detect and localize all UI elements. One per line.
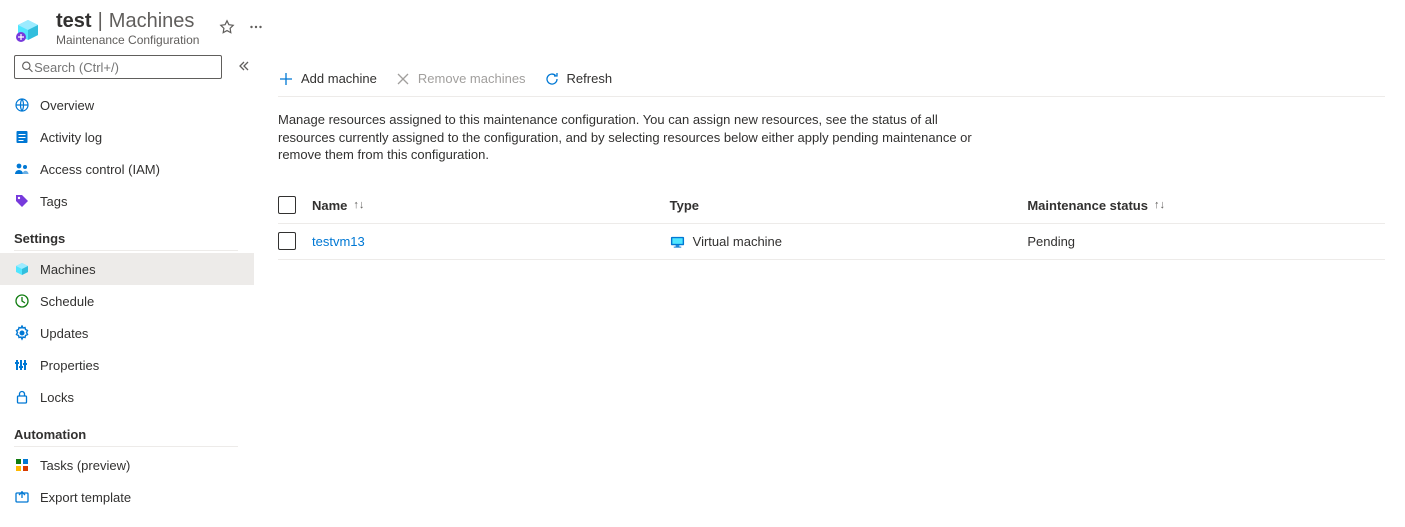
sidebar-item-activitylog[interactable]: Activity log: [0, 121, 254, 153]
sidebar-item-label: Tasks (preview): [40, 458, 130, 473]
sidebar-item-tasks[interactable]: Tasks (preview): [0, 449, 254, 481]
column-header-type[interactable]: Type: [670, 198, 1028, 213]
sidebar-item-updates[interactable]: Updates: [0, 317, 254, 349]
column-header-status[interactable]: Maintenance status ↑↓: [1027, 198, 1385, 213]
page-header: test | Machines Maintenance Configuratio…: [0, 0, 1405, 55]
sidebar-item-properties[interactable]: Properties: [0, 349, 254, 381]
sidebar-item-label: Machines: [40, 262, 96, 277]
sidebar-section-settings: Settings: [14, 231, 238, 251]
sidebar-item-label: Access control (IAM): [40, 162, 160, 177]
properties-icon: [14, 357, 30, 373]
page-title: test | Machines: [56, 10, 199, 33]
sidebar-item-schedule[interactable]: Schedule: [0, 285, 254, 317]
tag-icon: [14, 193, 30, 209]
refresh-icon: [544, 71, 560, 87]
add-machine-button[interactable]: Add machine: [278, 71, 377, 87]
sidebar-item-label: Schedule: [40, 294, 94, 309]
tasks-icon: [14, 457, 30, 473]
machine-name-link[interactable]: testvm13: [312, 234, 365, 249]
search-input[interactable]: [34, 60, 215, 75]
sidebar-section-automation: Automation: [14, 427, 238, 447]
search-icon: [21, 60, 34, 74]
gear-icon: [14, 325, 30, 341]
favorite-star-icon[interactable]: [219, 19, 235, 38]
people-icon: [14, 161, 30, 177]
sidebar-item-label: Overview: [40, 98, 94, 113]
export-icon: [14, 489, 30, 505]
plus-icon: [278, 71, 294, 87]
table-header-row: Name ↑↓ Type Maintenance status ↑↓: [278, 188, 1385, 224]
x-icon: [395, 71, 411, 87]
refresh-button[interactable]: Refresh: [544, 71, 613, 87]
more-actions-icon[interactable]: [249, 20, 263, 37]
sort-icon: ↑↓: [353, 199, 364, 211]
sidebar-item-overview[interactable]: Overview: [0, 89, 254, 121]
search-input-wrapper[interactable]: [14, 55, 222, 79]
resource-type-label: Maintenance Configuration: [56, 33, 199, 47]
sidebar-item-label: Properties: [40, 358, 99, 373]
sidebar-item-label: Export template: [40, 490, 131, 505]
column-header-name[interactable]: Name ↑↓: [312, 198, 670, 213]
remove-machines-button: Remove machines: [395, 71, 526, 87]
log-icon: [14, 129, 30, 145]
row-checkbox[interactable]: [278, 232, 296, 250]
sort-icon: ↑↓: [1154, 199, 1165, 211]
sidebar-item-iam[interactable]: Access control (IAM): [0, 153, 254, 185]
lock-icon: [14, 389, 30, 405]
sidebar-item-machines[interactable]: Machines: [0, 253, 254, 285]
sidebar-item-label: Tags: [40, 194, 67, 209]
sidebar-item-export[interactable]: Export template: [0, 481, 254, 513]
toolbar: Add machine Remove machines Refresh: [278, 61, 1385, 97]
sidebar: Overview Activity log Access control (IA…: [0, 55, 254, 527]
machines-icon: [14, 261, 30, 277]
table-row[interactable]: testvm13 Virtual machine Pending: [278, 224, 1385, 260]
machine-status: Pending: [1027, 234, 1075, 249]
toolbar-label: Add machine: [301, 71, 377, 86]
virtual-machine-icon: [670, 234, 685, 249]
globe-icon: [14, 97, 30, 113]
collapse-sidebar-icon[interactable]: [236, 59, 250, 76]
machine-type: Virtual machine: [693, 234, 782, 249]
sidebar-item-label: Activity log: [40, 130, 102, 145]
main-content: Add machine Remove machines Refresh Mana…: [254, 55, 1405, 527]
sidebar-item-tags[interactable]: Tags: [0, 185, 254, 217]
clock-icon: [14, 293, 30, 309]
description-text: Manage resources assigned to this mainte…: [278, 111, 998, 164]
toolbar-label: Refresh: [567, 71, 613, 86]
sidebar-item-label: Locks: [40, 390, 74, 405]
sidebar-item-locks[interactable]: Locks: [0, 381, 254, 413]
machines-table: Name ↑↓ Type Maintenance status ↑↓ testv…: [278, 188, 1385, 260]
toolbar-label: Remove machines: [418, 71, 526, 86]
section-title: Machines: [109, 10, 195, 33]
resource-name: test: [56, 10, 92, 33]
resource-icon: [14, 16, 42, 44]
select-all-checkbox[interactable]: [278, 196, 296, 214]
sidebar-item-label: Updates: [40, 326, 88, 341]
